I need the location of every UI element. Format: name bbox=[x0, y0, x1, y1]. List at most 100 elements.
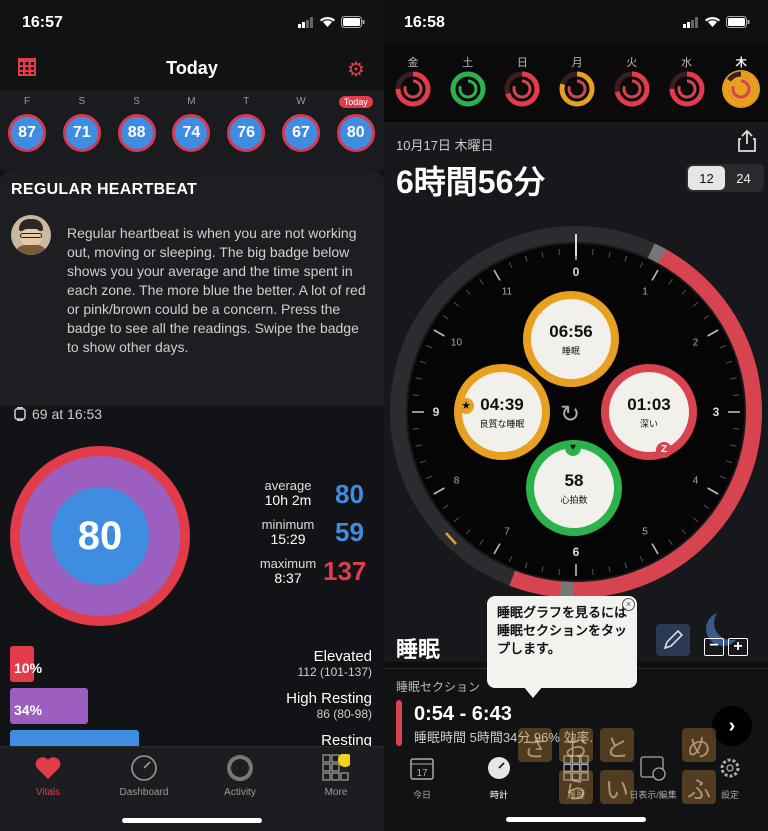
day-badge[interactable]: 67 bbox=[282, 114, 320, 152]
activity-ring-icon bbox=[195, 753, 285, 783]
day-badge[interactable]: 76 bbox=[227, 114, 266, 152]
day-letter: Today bbox=[335, 96, 377, 110]
day-column[interactable]: W 67 bbox=[280, 96, 322, 152]
pencil-icon[interactable] bbox=[656, 624, 690, 656]
clock-hour-label: 8 bbox=[453, 475, 460, 487]
zoom-out-button[interactable]: − bbox=[704, 638, 724, 656]
ring-day[interactable]: 月 bbox=[558, 54, 596, 113]
day-column[interactable]: Today 80 bbox=[335, 96, 377, 152]
ring-day[interactable]: 木 bbox=[722, 54, 761, 113]
watermark-tile: さ bbox=[518, 728, 552, 762]
sleep-duration: 6時間56分 bbox=[396, 164, 546, 200]
watermark-tile: め bbox=[682, 728, 716, 762]
tab-activity[interactable]: Activity bbox=[195, 753, 285, 798]
heart-rate-bubble[interactable]: 58 心拍数 bbox=[534, 448, 614, 528]
day-letter: S bbox=[78, 96, 86, 107]
zone-bar[interactable]: 10% bbox=[10, 646, 42, 682]
day-badge[interactable]: 71 bbox=[62, 114, 101, 152]
clock-hour-label: 1 bbox=[642, 286, 648, 298]
day-strip: F 87 S 71 S 88 M 74 T 76 W 67 Today 80 bbox=[0, 90, 384, 170]
quality-sleep-bubble[interactable]: 04:39 良質な睡眠 bbox=[462, 372, 542, 452]
activity-ring-icon bbox=[669, 71, 704, 107]
day-badge[interactable]: 80 bbox=[336, 114, 375, 152]
zone-range: 112 (101-137) bbox=[297, 665, 373, 679]
tooltip-close-icon[interactable]: × bbox=[622, 598, 635, 611]
heartbeat-badge[interactable]: 80 bbox=[10, 446, 190, 626]
day-badge[interactable]: 87 bbox=[8, 114, 46, 152]
latest-reading-text: 69 at 16:53 bbox=[32, 406, 103, 422]
activity-ring-icon bbox=[450, 71, 486, 107]
activity-ring-icon bbox=[504, 71, 540, 107]
ring-day[interactable]: 水 bbox=[668, 54, 706, 113]
minimum-value: 59 bbox=[335, 517, 364, 547]
average-time: 10h 2m bbox=[264, 492, 312, 508]
ring-day[interactable]: 火 bbox=[613, 54, 651, 113]
day-badge[interactable]: 88 bbox=[117, 114, 156, 152]
day-column[interactable]: T 76 bbox=[225, 96, 267, 152]
calendar-icon: 17 bbox=[392, 754, 452, 782]
toggle-24[interactable]: 24 bbox=[725, 166, 762, 190]
zoom-in-button[interactable]: + bbox=[728, 638, 748, 656]
vitals-screen: 16:57 Today ⚙ F 87 S 71 S 88 M 74 T 76 W 67 Today 80 … bbox=[0, 0, 384, 831]
watermark-tile: い bbox=[600, 770, 634, 804]
activity-ring-icon bbox=[614, 71, 650, 107]
day-column[interactable]: S 71 bbox=[61, 96, 103, 152]
day-column[interactable]: S 88 bbox=[116, 96, 158, 152]
week-ring-strip: 金 土 日 月 火水 木 bbox=[384, 44, 768, 122]
home-indicator bbox=[506, 817, 646, 822]
average-stat: average 10h 2m bbox=[248, 479, 328, 508]
wifi-icon bbox=[320, 16, 335, 27]
clock-hour-label: 2 bbox=[692, 337, 699, 349]
today-pill: Today bbox=[338, 96, 373, 108]
deep-sleep-bubble[interactable]: 01:03 深い bbox=[609, 372, 689, 452]
ring-day-label: 木 bbox=[735, 57, 747, 69]
sleep-value: 06:56 bbox=[549, 321, 593, 341]
heart-icon bbox=[3, 753, 93, 783]
watermark-tile: ふ bbox=[682, 770, 716, 804]
toggle-12[interactable]: 12 bbox=[688, 166, 725, 190]
next-session-button[interactable]: › bbox=[712, 706, 752, 746]
share-icon[interactable] bbox=[738, 129, 756, 157]
tab-vitals[interactable]: Vitals bbox=[3, 753, 93, 798]
tab-label: Vitals bbox=[35, 787, 61, 798]
zone-bar[interactable]: 34% bbox=[10, 688, 89, 724]
day-letter: W bbox=[296, 96, 306, 107]
average-value: 80 bbox=[335, 479, 364, 509]
ring-day[interactable]: 金 bbox=[394, 54, 432, 113]
tab-1[interactable]: 17 今日 bbox=[392, 754, 452, 801]
tab-more[interactable]: More bbox=[291, 753, 381, 798]
maximum-label: maximum bbox=[259, 556, 317, 571]
refresh-icon[interactable]: ↻ bbox=[560, 400, 580, 429]
day-column[interactable]: F 87 bbox=[6, 96, 48, 152]
star-icon: ★ bbox=[458, 398, 474, 414]
day-badge[interactable]: 74 bbox=[172, 114, 211, 152]
sleep-section-title: 睡眠 bbox=[396, 637, 441, 662]
sleep-label: 睡眠 bbox=[561, 345, 580, 356]
zone-name: High Resting bbox=[286, 690, 372, 707]
quality-value: 04:39 bbox=[480, 394, 524, 414]
session-label: 睡眠セクション bbox=[396, 680, 481, 694]
zone-name: Elevated bbox=[313, 648, 372, 665]
activity-ring-icon bbox=[395, 71, 431, 107]
gear-icon[interactable]: ⚙ bbox=[347, 57, 365, 82]
heart-rate-value: 58 bbox=[564, 470, 584, 490]
tooltip-pointer bbox=[523, 686, 543, 698]
status-time: 16:57 bbox=[22, 14, 63, 31]
ring-day-label: 土 bbox=[462, 57, 474, 69]
tab-dashboard[interactable]: Dashboard bbox=[99, 753, 189, 798]
zone-range: 86 (80-98) bbox=[316, 707, 372, 721]
clock-hour-label: 0 bbox=[572, 265, 580, 279]
status-time: 16:58 bbox=[404, 14, 445, 31]
signal-icon bbox=[683, 16, 698, 28]
zone-label: High Resting 86 (80-98) bbox=[286, 690, 372, 721]
ring-day-label: 金 bbox=[407, 57, 419, 69]
section-title: REGULAR HEARTBEAT bbox=[11, 181, 198, 198]
ring-day[interactable]: 日 bbox=[503, 54, 541, 113]
ring-day[interactable]: 土 bbox=[449, 54, 487, 113]
deep-value: 01:03 bbox=[627, 394, 671, 414]
session-range: 0:54 - 6:43 bbox=[414, 703, 512, 725]
battery-icon bbox=[726, 16, 750, 28]
day-column[interactable]: M 74 bbox=[170, 96, 212, 152]
ring-day-label: 月 bbox=[571, 57, 583, 69]
tab-label: 今日 bbox=[412, 790, 431, 800]
